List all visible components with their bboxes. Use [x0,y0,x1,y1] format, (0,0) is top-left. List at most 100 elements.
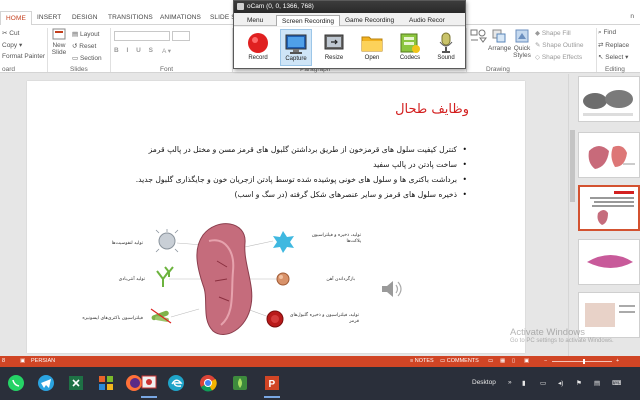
section-button[interactable]: ▭ Section [72,54,102,62]
edge-icon[interactable] [166,373,186,393]
copy-button[interactable]: Copy ▾ [2,41,22,49]
normal-view-button[interactable]: ▭ [488,358,493,364]
sound-button[interactable]: Sound [430,29,462,66]
flag-icon[interactable]: ⚑ [576,379,582,387]
cut-label: Cut [9,30,20,37]
excel-icon[interactable] [66,373,86,393]
codecs-label: Codecs [399,55,421,61]
slide-thumbnail[interactable] [578,239,640,285]
ocam-tab-audio-recording[interactable]: Audio Recor [404,15,463,26]
record-button[interactable]: Record [242,29,274,66]
shape-effects-button[interactable]: ◇ Shape Effects [535,53,582,61]
codecs-button[interactable]: Codecs [394,29,426,66]
arrange-label: Arrange [488,45,512,52]
zoom-slider-knob[interactable] [583,359,585,364]
powerpoint-icon[interactable]: P [262,373,282,398]
layout-button[interactable]: ▤ Layout [72,30,100,38]
sound-label: Sound [437,55,455,61]
reset-label: Reset [79,43,97,50]
shape-fill-button[interactable]: ◆ Shape Fill [535,29,571,37]
format-painter-button[interactable]: Format Painter [2,53,45,60]
capture-button[interactable]: Capture [280,29,312,66]
font-family-dropdown[interactable] [114,31,170,41]
group-divider [47,28,48,72]
chevron-up-icon[interactable]: » [508,379,512,386]
replace-icon: ⇄ [598,42,604,49]
ocam-tab-screen-recording[interactable]: Screen Recording [276,15,341,26]
tab-insert[interactable]: INSERT [37,14,61,21]
shape-fill-label: Shape Fill [541,30,571,37]
notes-button[interactable]: ≡ NOTES [410,358,434,364]
find-button[interactable]: ⌕ Find [598,29,616,37]
notification-icon[interactable]: ▤ [594,379,600,387]
whatsapp-icon[interactable] [6,373,26,393]
tab-slide-show[interactable]: SLIDE S [210,14,236,21]
speaker-icon[interactable] [379,279,403,301]
zoom-out-button[interactable]: − [544,358,547,364]
tab-transitions[interactable]: TRANSITIONS [108,14,153,21]
sign-in-link[interactable]: n [630,13,634,20]
group-divider [466,28,467,72]
desktop-toolbar[interactable]: Desktop [472,379,496,386]
zoom-in-button[interactable]: + [616,358,619,364]
font-color-button[interactable]: A ▾ [162,47,171,55]
font-group-label: Font [160,66,174,73]
tab-design[interactable]: DESIGN [72,14,98,21]
language-indicator[interactable]: PERSIAN [31,358,55,364]
font-size-dropdown[interactable] [172,31,190,41]
font-format-buttons[interactable]: B I U S [114,47,156,54]
open-button[interactable]: Open [356,29,388,66]
network-icon[interactable]: ▮ [522,379,526,387]
slide-scrollbar[interactable] [568,74,576,356]
bullet-item: ذخیره سلول های قرمز و سایر عنصرهای شکل گ… [67,187,468,202]
ocam-tab-menu[interactable]: Menu [242,15,268,26]
svg-text:P: P [269,379,276,390]
notes-label: NOTES [414,358,434,364]
spellcheck-icon[interactable]: ▣ [20,358,25,364]
windows-store-icon[interactable] [96,373,116,393]
ocam-tab-game-recording[interactable]: Game Recording [340,15,399,26]
select-button[interactable]: ↖ Select ▾ [598,53,628,61]
green-app-icon[interactable] [230,373,250,393]
resize-button[interactable]: Resize [318,29,350,66]
slide-thumbnail-selected[interactable] [578,185,640,231]
comments-button[interactable]: ▭ COMMENTS [440,358,479,364]
quick-styles-button[interactable]: Quick Styles [512,29,532,59]
bullet-list[interactable]: کنترل کیفیت سلول های قرمزخون از طریق برد… [67,142,467,202]
label-platelets: تولید، ذخیره و فیلتراسیون پلاکت‌ها [311,233,361,244]
zoom-slider[interactable] [552,361,612,362]
chrome-icon[interactable] [198,373,218,393]
volume-icon[interactable]: ◂) [558,379,563,387]
tab-home[interactable]: HOME [0,11,32,26]
comments-label: COMMENTS [446,358,479,364]
replace-button[interactable]: ⇄ Replace [598,41,629,49]
reading-view-button[interactable]: ▯ [512,358,515,364]
reset-icon: ↺ [72,43,78,50]
arrange-button[interactable]: Arrange [488,29,512,52]
slide-thumbnail[interactable] [578,76,640,122]
bullet-item: ساخت پادتن در پالپ سفید [67,157,467,172]
slide-canvas[interactable]: وظایف طحال کنترل کیفیت سلول های قرمزخون … [27,81,525,353]
battery-icon[interactable]: ▭ [540,379,546,387]
layout-label: Layout [79,31,100,38]
slide-sorter-button[interactable]: ▦ [500,358,505,364]
slideshow-button[interactable]: ▣ [524,358,529,364]
quick-styles-label-2: Styles [513,52,531,59]
new-slide-button[interactable]: New Slide [50,28,68,64]
scrollbar-thumb[interactable] [570,130,575,202]
reset-button[interactable]: ↺ Reset [72,42,96,50]
tab-animations[interactable]: ANIMATIONS [160,14,201,21]
ocam-titlebar[interactable]: oCam (0, 0, 1366, 768) [234,1,465,13]
slideshow-app-icon[interactable] [139,373,159,398]
spleen-illustration [150,223,294,336]
replace-label: Replace [605,42,630,49]
slides-group-label: Slides [70,66,88,73]
slide-thumbnail[interactable] [578,132,640,178]
telegram-icon[interactable] [36,373,56,393]
cut-button[interactable]: ✂ Cut [2,29,19,37]
keyboard-icon[interactable]: ⌨ [612,379,621,387]
shape-outline-button[interactable]: ✎ Shape Outline [535,41,583,49]
slide-title[interactable]: وظایف طحال [395,102,469,117]
spleen-diagram[interactable]: تولید لنفوسیت‌ها تولید آنتی‌بادی فیلتراس… [82,201,365,351]
shapes-gallery[interactable] [470,28,488,58]
